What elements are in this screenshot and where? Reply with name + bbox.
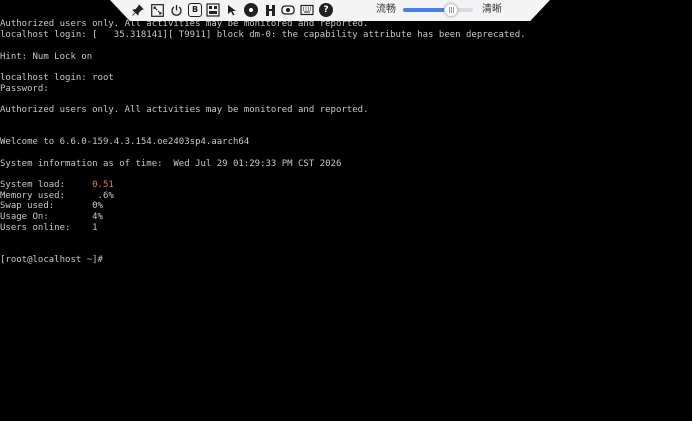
console-line: Password: xyxy=(0,83,49,94)
fullscreen-icon[interactable] xyxy=(150,3,164,17)
system-load-label: System load: xyxy=(0,180,93,190)
keyboard-combo-icon[interactable] xyxy=(206,3,220,17)
slider-left-label: 流畅 xyxy=(376,4,396,15)
quality-slider-thumb[interactable] xyxy=(444,3,458,17)
help-icon[interactable]: ? xyxy=(319,3,333,17)
grip-line xyxy=(449,7,450,13)
console-prompt[interactable]: [root@localhost ~]# xyxy=(0,255,103,266)
mouse-icon[interactable] xyxy=(225,3,239,17)
power-icon[interactable] xyxy=(169,3,183,17)
console-line-system-load: System load: 0.51 xyxy=(0,180,114,191)
console-line: Usage On: 4% xyxy=(0,212,103,222)
disc-icon[interactable] xyxy=(244,3,258,17)
system-load-value: 0.51 xyxy=(92,180,114,190)
console-line: Swap used: 0% xyxy=(0,201,103,211)
pin-icon[interactable] xyxy=(131,3,145,17)
console-line: localhost login: root xyxy=(0,73,114,83)
quality-slider-track[interactable] xyxy=(403,8,473,12)
grip-line xyxy=(451,7,452,13)
console-line: Users online: 1 xyxy=(0,222,98,233)
slider-right-label: 清晰 xyxy=(482,4,502,15)
console-line: Authorized users only. All activities ma… xyxy=(0,105,369,115)
shortcut-icon[interactable] xyxy=(263,3,277,17)
terminal-console[interactable]: Authorized users only. All activities ma… xyxy=(0,0,692,421)
bold-b-icon[interactable]: B xyxy=(188,3,202,17)
keyboard-icon[interactable] xyxy=(300,3,314,17)
console-line: Welcome to 6.6.0-159.4.3.154.oe2403sp4.a… xyxy=(0,137,250,147)
grip-line xyxy=(453,7,454,13)
console-line: System information as of time: Wed Jul 2… xyxy=(0,158,342,169)
quality-slider-fill xyxy=(403,8,445,12)
record-icon[interactable] xyxy=(281,3,295,17)
console-line: Hint: Num Lock on xyxy=(0,51,93,62)
console-line: Memory used: .6% xyxy=(0,190,114,201)
console-line: localhost login: [ 35.318141][ T9911] bl… xyxy=(0,30,526,40)
